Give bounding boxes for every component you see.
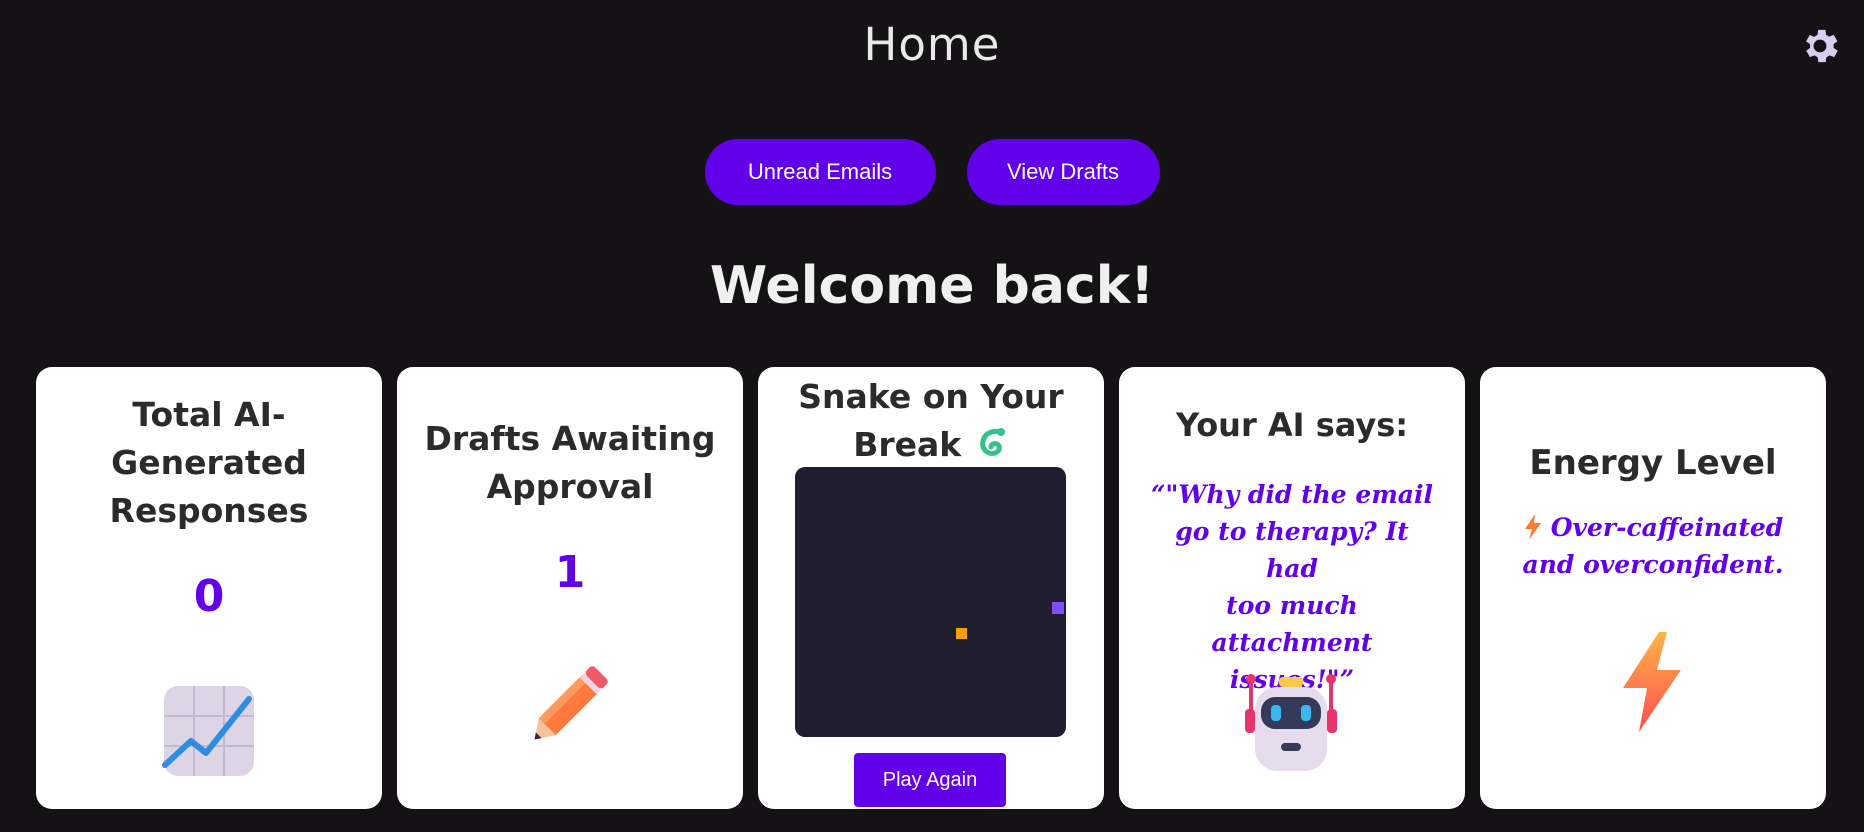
lightning-icon xyxy=(1524,514,1541,540)
ai-quote: “"Why did the email go to therapy? It ha… xyxy=(1151,480,1433,694)
pencil-icon xyxy=(534,666,608,740)
nav-buttons: Unread Emails View Drafts xyxy=(0,139,1864,205)
view-drafts-button[interactable]: View Drafts xyxy=(966,139,1160,205)
snake-food xyxy=(956,628,967,639)
gear-icon[interactable] xyxy=(1798,24,1842,68)
play-again-button[interactable]: Play Again xyxy=(854,753,1006,807)
energy-status: Over-caffeinated and overconfident. xyxy=(1522,513,1784,579)
drafts-awaiting-value: 1 xyxy=(554,547,586,598)
unread-emails-button[interactable]: Unread Emails xyxy=(704,139,936,205)
total-responses-card: Total AI- Generated Responses 0 xyxy=(36,367,382,809)
card-title: Energy Level xyxy=(1529,443,1777,483)
energy-level-card: Energy Level Over-caffeinated and overco… xyxy=(1480,367,1826,809)
page-title: Home xyxy=(863,18,1001,71)
card-title: Total AI- Generated Responses xyxy=(109,395,309,530)
total-responses-value: 0 xyxy=(193,571,225,622)
snake-game-card: Snake on Your Break Play Again xyxy=(758,367,1104,809)
snake-segment xyxy=(1052,602,1064,614)
welcome-heading: Welcome back! xyxy=(709,256,1155,316)
snake-game-board[interactable] xyxy=(795,467,1066,737)
robot-icon xyxy=(1245,674,1337,771)
drafts-awaiting-card: Drafts Awaiting Approval 1 xyxy=(397,367,743,809)
snake-icon xyxy=(979,428,1005,456)
card-title: Snake on Your Break xyxy=(798,377,1064,464)
ai-says-card: Your AI says: “"Why did the email go to … xyxy=(1119,367,1465,809)
lightning-icon xyxy=(1623,632,1681,732)
card-title: Drafts Awaiting Approval xyxy=(424,419,716,506)
chart-increasing-icon xyxy=(162,686,254,776)
card-title: Your AI says: xyxy=(1175,406,1409,444)
